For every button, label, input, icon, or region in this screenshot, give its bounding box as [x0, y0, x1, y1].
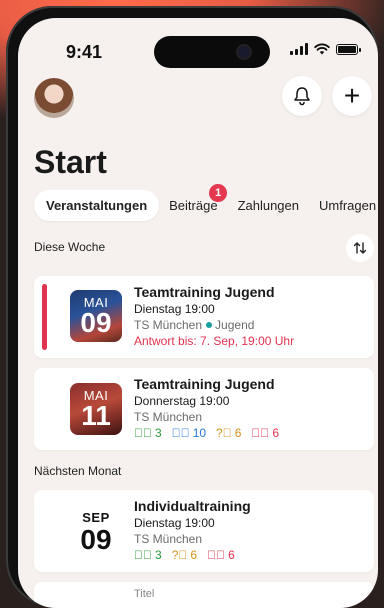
- event-month: SEP: [82, 510, 110, 525]
- rsvp-stats: ✓⃝ 3 ?⃝ 6 ✕⃝ 6: [134, 548, 251, 562]
- bell-icon: [294, 87, 310, 106]
- event-date: SEP 09: [70, 510, 122, 555]
- tab-zahlungen[interactable]: Zahlungen: [228, 190, 309, 221]
- section-this-week: Diese Woche: [34, 240, 106, 254]
- status-time: 9:41: [66, 42, 103, 62]
- tab-veranstaltungen[interactable]: Veranstaltungen: [34, 190, 160, 221]
- stat-no-count: 6: [228, 548, 235, 562]
- sort-button[interactable]: [346, 234, 374, 262]
- event-title: Titel: [134, 588, 155, 600]
- tab-bar: Veranstaltungen Beiträge 1 Zahlungen Umf…: [34, 184, 378, 221]
- page-title: Start: [34, 144, 107, 180]
- highlight-bar: [42, 284, 47, 350]
- event-title: Teamtraining Jugend: [134, 376, 275, 392]
- stat-yes-count: 3: [155, 426, 162, 440]
- section-next-month: Nächsten Monat: [34, 464, 122, 478]
- x-circle-icon: ✕⃝: [251, 426, 270, 440]
- event-thumbnail: MAI 11: [70, 383, 122, 435]
- x-circle-icon: ✕⃝: [207, 548, 226, 562]
- event-details: Titel: [134, 588, 154, 600]
- event-day: 09: [80, 524, 112, 555]
- event-card[interactable]: SEP 09 Individualtraining Dienstag 19:00…: [34, 490, 374, 572]
- event-day: 09: [80, 307, 112, 338]
- event-location: TS München: [134, 532, 203, 546]
- event-thumbnail: MAI 09: [70, 290, 122, 342]
- status-icons: [290, 43, 361, 55]
- tab-beitraege[interactable]: Beiträge 1: [159, 184, 228, 221]
- stat-yes: ✓⃝ 3: [134, 548, 162, 562]
- tab-label: Beiträge: [169, 198, 218, 213]
- stat-info-count: 10: [192, 426, 207, 440]
- event-day: 11: [81, 400, 111, 431]
- avatar[interactable]: [34, 78, 74, 118]
- wifi-icon: [314, 43, 330, 55]
- battery-icon: [336, 43, 361, 55]
- tab-umfragen[interactable]: Umfragen: [309, 190, 378, 221]
- plus-icon: +: [343, 80, 361, 111]
- add-button[interactable]: +: [332, 76, 372, 116]
- event-location-row: TS München Jugend: [134, 318, 294, 332]
- event-time: Dienstag 19:00: [134, 516, 215, 530]
- app-screen: 9:41 + Start Veranstaltungen Beiträge 1 …: [18, 18, 378, 608]
- event-time: Dienstag 19:00: [134, 302, 215, 316]
- question-circle-icon: ?⃝: [216, 426, 232, 440]
- event-details: Teamtraining Jugend Dienstag 19:00 TS Mü…: [134, 284, 294, 348]
- event-location: TS München: [134, 410, 203, 424]
- stat-maybe: ?⃝ 6: [172, 548, 197, 562]
- event-card[interactable]: MAI 09 Teamtraining Jugend Dienstag 19:0…: [34, 276, 374, 358]
- camera-icon: [238, 46, 250, 58]
- stat-yes: ✓⃝ 3: [134, 426, 162, 440]
- arrow-circle-icon: ➜⃝: [171, 426, 190, 440]
- stat-maybe-count: 6: [190, 548, 198, 562]
- stat-no: ✕⃝ 6: [207, 548, 235, 562]
- stat-yes-count: 3: [155, 548, 162, 562]
- event-location: TS München: [134, 318, 203, 332]
- stat-maybe-count: 6: [234, 426, 242, 440]
- event-card[interactable]: MAI 11 Teamtraining Jugend Donnerstag 19…: [34, 368, 374, 450]
- notifications-button[interactable]: [282, 76, 322, 116]
- event-card[interactable]: Titel: [34, 582, 374, 608]
- notification-badge: 1: [209, 184, 228, 202]
- signal-icon: [290, 43, 308, 55]
- event-details: Teamtraining Jugend Donnerstag 19:00 TS …: [134, 376, 279, 440]
- group-dot-icon: [206, 322, 213, 328]
- top-bar: +: [18, 76, 378, 122]
- event-time: Donnerstag 19:00: [134, 394, 230, 408]
- stat-no-count: 6: [272, 426, 280, 440]
- stat-info: ➜⃝ 10: [172, 426, 206, 440]
- phone-frame: 9:41 + Start Veranstaltungen Beiträge 1 …: [6, 6, 378, 608]
- status-bar: 9:41: [18, 18, 378, 76]
- check-circle-icon: ✓⃝: [134, 548, 152, 562]
- dynamic-island: [154, 36, 270, 68]
- event-details: Individualtraining Dienstag 19:00 TS Mün…: [134, 498, 251, 562]
- event-title: Individualtraining: [134, 498, 251, 514]
- check-circle-icon: ✓⃝: [134, 426, 152, 440]
- event-group: Jugend: [215, 318, 255, 332]
- event-title: Teamtraining Jugend: [134, 284, 275, 300]
- stat-maybe: ?⃝ 6: [216, 426, 241, 440]
- sort-icon: [353, 242, 367, 254]
- question-circle-icon: ?⃝: [171, 548, 188, 562]
- rsvp-stats: ✓⃝ 3 ➜⃝ 10 ?⃝ 6 ✕⃝ 6: [134, 426, 279, 440]
- reply-deadline: Antwort bis: 7. Sep, 19:00 Uhr: [134, 334, 295, 348]
- stat-no: ✕⃝ 6: [251, 426, 279, 440]
